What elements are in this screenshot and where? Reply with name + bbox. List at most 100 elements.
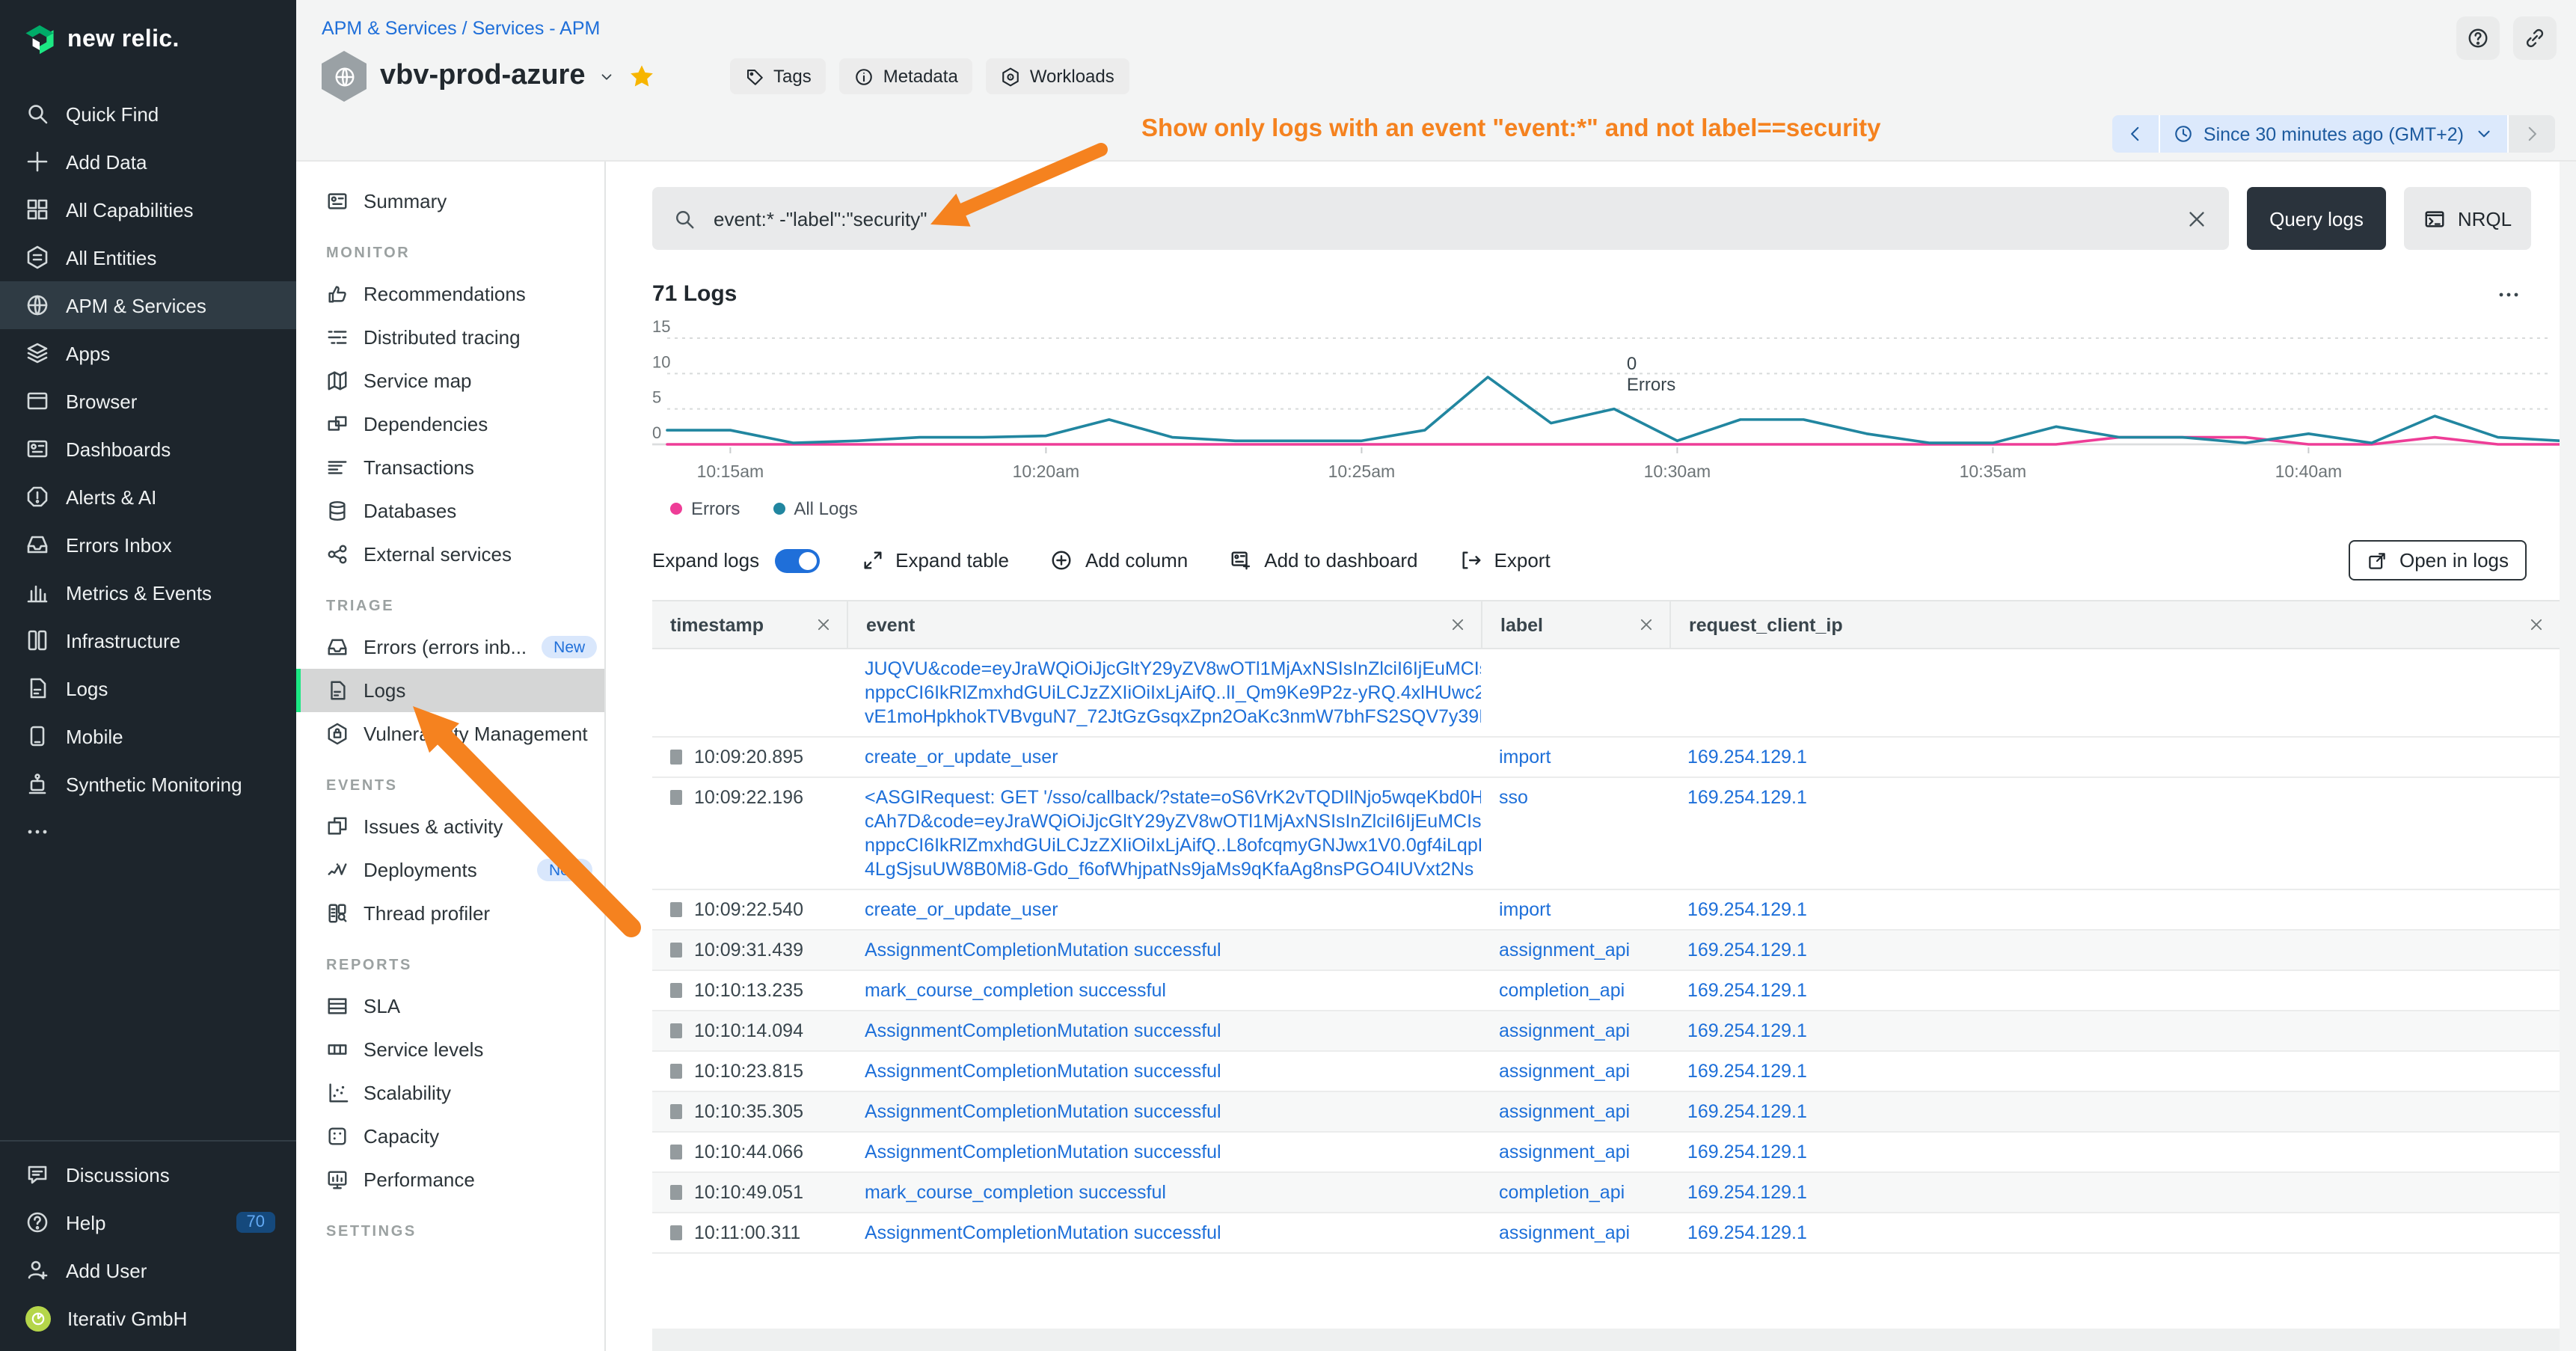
open-in-logs-button[interactable]: Open in logs bbox=[2349, 540, 2527, 580]
toolbar-expand-table[interactable]: Expand table bbox=[861, 549, 1009, 572]
ip-link[interactable]: 169.254.129.1 bbox=[1687, 980, 1807, 1001]
horizontal-scrollbar-track[interactable] bbox=[652, 1329, 2560, 1351]
sidebar-item-errors-inbox[interactable]: Errors Inbox bbox=[0, 521, 296, 569]
remove-column-icon[interactable] bbox=[1450, 616, 1466, 633]
label-link[interactable]: sso bbox=[1499, 787, 1528, 808]
event-link-line[interactable]: 4LgSjsuUW8B0Mi8-Gdo_f6ofWhjpatNs9jaMs9qK… bbox=[865, 857, 1481, 881]
ip-link[interactable]: 169.254.129.1 bbox=[1687, 1222, 1807, 1243]
entity-nav-item-vulnerability-management[interactable]: Vulnerability Management bbox=[296, 712, 604, 756]
sidebar-item-add-data[interactable]: Add Data bbox=[0, 138, 296, 186]
table-row[interactable]: 10:09:22.540create_or_update_userimport1… bbox=[652, 890, 2560, 931]
label-link[interactable]: completion_api bbox=[1499, 1182, 1625, 1203]
ip-link[interactable]: 169.254.129.1 bbox=[1687, 787, 1807, 808]
entity-nav-item-thread-profiler[interactable]: Thread profiler bbox=[296, 892, 604, 935]
toolbar-add-to-dashboard[interactable]: Add to dashboard bbox=[1230, 549, 1417, 572]
event-link-line[interactable]: <ASGIRequest: GET '/sso/callback/?state=… bbox=[865, 785, 1481, 809]
table-row[interactable]: 10:09:22.196<ASGIRequest: GET '/sso/call… bbox=[652, 778, 2560, 890]
sidebar-item-all-entities[interactable]: All Entities bbox=[0, 233, 296, 281]
sidebar-item-browser[interactable]: Browser bbox=[0, 377, 296, 425]
sidebar-item-synthetic-monitoring[interactable]: Synthetic Monitoring bbox=[0, 760, 296, 808]
sidebar-item-dashboards[interactable]: Dashboards bbox=[0, 425, 296, 473]
table-row[interactable]: 10:09:20.895create_or_update_userimport1… bbox=[652, 738, 2560, 778]
entity-nav-item-transactions[interactable]: Transactions bbox=[296, 446, 604, 489]
entity-nav-item-scalability[interactable]: Scalability bbox=[296, 1071, 604, 1115]
event-link-line[interactable]: AssignmentCompletionMutation successful bbox=[865, 1100, 1481, 1124]
event-link-line[interactable]: create_or_update_user bbox=[865, 898, 1481, 922]
sidebar-item-quick-find[interactable]: Quick Find bbox=[0, 90, 296, 138]
entity-nav-item-dependencies[interactable]: Dependencies bbox=[296, 402, 604, 446]
entity-nav-item-summary[interactable]: Summary bbox=[296, 180, 604, 223]
label-link[interactable]: import bbox=[1499, 899, 1551, 920]
metadata-button[interactable]: Metadata bbox=[840, 58, 973, 94]
nrql-button[interactable]: NRQL bbox=[2404, 187, 2531, 250]
sidebar-item-logs[interactable]: Logs bbox=[0, 664, 296, 712]
event-link-line[interactable]: create_or_update_user bbox=[865, 745, 1481, 769]
label-link[interactable]: assignment_api bbox=[1499, 940, 1630, 961]
table-row[interactable]: 10:09:31.439AssignmentCompletionMutation… bbox=[652, 931, 2560, 971]
table-row[interactable]: 10:10:49.051mark_course_completion succe… bbox=[652, 1173, 2560, 1213]
label-link[interactable]: assignment_api bbox=[1499, 1020, 1630, 1041]
favorite-star-icon[interactable] bbox=[629, 63, 656, 90]
row-expander-icon[interactable] bbox=[670, 1145, 682, 1159]
entity-nav-item-distributed-tracing[interactable]: Distributed tracing bbox=[296, 316, 604, 359]
entity-nav-item-issues-activity[interactable]: Issues & activity bbox=[296, 805, 604, 848]
sidebar-item-all-capabilities[interactable]: All Capabilities bbox=[0, 186, 296, 233]
entity-nav-item-service-map[interactable]: Service map bbox=[296, 359, 604, 402]
breadcrumb-services-apm[interactable]: Services - APM bbox=[472, 18, 600, 39]
ip-link[interactable]: 169.254.129.1 bbox=[1687, 1061, 1807, 1082]
entity-nav-item-performance[interactable]: Performance bbox=[296, 1158, 604, 1201]
sidebar-item-help[interactable]: Help70 bbox=[0, 1198, 296, 1246]
log-query-input[interactable] bbox=[711, 206, 2171, 231]
clear-query-icon[interactable] bbox=[2186, 207, 2208, 230]
chevron-down-icon[interactable] bbox=[599, 68, 616, 85]
row-expander-icon[interactable] bbox=[670, 943, 682, 958]
remove-column-icon[interactable] bbox=[1638, 616, 1655, 633]
ip-link[interactable]: 169.254.129.1 bbox=[1687, 899, 1807, 920]
sidebar-item-apps[interactable]: Apps bbox=[0, 329, 296, 377]
event-link-line[interactable]: nppcCI6IkRlZmxhdGUiLCJzZXIiOiIxLjAifQ..l… bbox=[865, 681, 1481, 705]
table-row[interactable]: 10:10:44.066AssignmentCompletionMutation… bbox=[652, 1133, 2560, 1173]
expand-logs-toggle[interactable] bbox=[774, 548, 819, 572]
ip-link[interactable]: 169.254.129.1 bbox=[1687, 1182, 1807, 1203]
entity-nav-item-logs[interactable]: Logs bbox=[296, 669, 604, 712]
entity-nav-item-service-levels[interactable]: Service levels bbox=[296, 1028, 604, 1071]
event-link-line[interactable]: JUQVU&code=eyJraWQiOiJjcGltY29yZV8wOTl1M… bbox=[865, 657, 1481, 681]
legend-item-errors[interactable]: Errors bbox=[670, 498, 740, 519]
entity-nav-item-external-services[interactable]: External services bbox=[296, 533, 604, 576]
copy-link-button[interactable] bbox=[2513, 16, 2557, 60]
row-expander-icon[interactable] bbox=[670, 1104, 682, 1119]
label-link[interactable]: import bbox=[1499, 747, 1551, 768]
query-logs-button[interactable]: Query logs bbox=[2247, 187, 2386, 250]
ip-link[interactable]: 169.254.129.1 bbox=[1687, 1142, 1807, 1162]
sidebar-item-alerts-ai[interactable]: Alerts & AI bbox=[0, 473, 296, 521]
event-link-line[interactable]: cAh7D&code=eyJraWQiOiJjcGltY29yZV8wOTl1M… bbox=[865, 809, 1481, 833]
logs-timeseries-chart[interactable]: 05101510:15am10:20am10:25am10:30am10:35a… bbox=[652, 310, 2560, 489]
label-link[interactable]: assignment_api bbox=[1499, 1061, 1630, 1082]
table-row[interactable]: 10:11:00.311AssignmentCompletionMutation… bbox=[652, 1213, 2560, 1254]
label-link[interactable]: assignment_api bbox=[1499, 1222, 1630, 1243]
time-back-button[interactable] bbox=[2112, 115, 2160, 153]
more-menu-icon[interactable] bbox=[2497, 282, 2521, 306]
toolbar-export[interactable]: Export bbox=[1460, 549, 1551, 572]
workloads-button[interactable]: Workloads bbox=[987, 58, 1129, 94]
event-link-line[interactable]: AssignmentCompletionMutation successful bbox=[865, 938, 1481, 962]
toolbar-add-column[interactable]: Add column bbox=[1051, 549, 1188, 572]
row-expander-icon[interactable] bbox=[670, 1185, 682, 1200]
table-row[interactable]: JUQVU&code=eyJraWQiOiJjcGltY29yZV8wOTl1M… bbox=[652, 649, 2560, 738]
sidebar-item-mobile[interactable]: Mobile bbox=[0, 712, 296, 760]
sidebar-item-add-user[interactable]: Add User bbox=[0, 1246, 296, 1294]
event-link-line[interactable]: vE1moHpkhokTVBvguN7_72JtGzGsqxZpn2OaKc3n… bbox=[865, 705, 1481, 729]
legend-item-all-logs[interactable]: All Logs bbox=[773, 498, 857, 519]
remove-column-icon[interactable] bbox=[2528, 616, 2545, 633]
entity-nav-item-deployments[interactable]: DeploymentsNew bbox=[296, 848, 604, 892]
entity-nav-item-recommendations[interactable]: Recommendations bbox=[296, 272, 604, 316]
row-expander-icon[interactable] bbox=[670, 1023, 682, 1038]
breadcrumb-apm-services[interactable]: APM & Services bbox=[322, 18, 457, 39]
sidebar-item-apm-services[interactable]: APM & Services bbox=[0, 281, 296, 329]
event-link-line[interactable]: nppcCI6IkRlZmxhdGUiLCJzZXIiOiIxLjAifQ..L… bbox=[865, 833, 1481, 857]
ip-link[interactable]: 169.254.129.1 bbox=[1687, 1020, 1807, 1041]
event-link-line[interactable]: mark_course_completion successful bbox=[865, 978, 1481, 1002]
time-range-button[interactable]: Since 30 minutes ago (GMT+2) bbox=[2160, 115, 2507, 153]
entity-nav-item-databases[interactable]: Databases bbox=[296, 489, 604, 533]
table-row[interactable]: 10:10:23.815AssignmentCompletionMutation… bbox=[652, 1052, 2560, 1092]
